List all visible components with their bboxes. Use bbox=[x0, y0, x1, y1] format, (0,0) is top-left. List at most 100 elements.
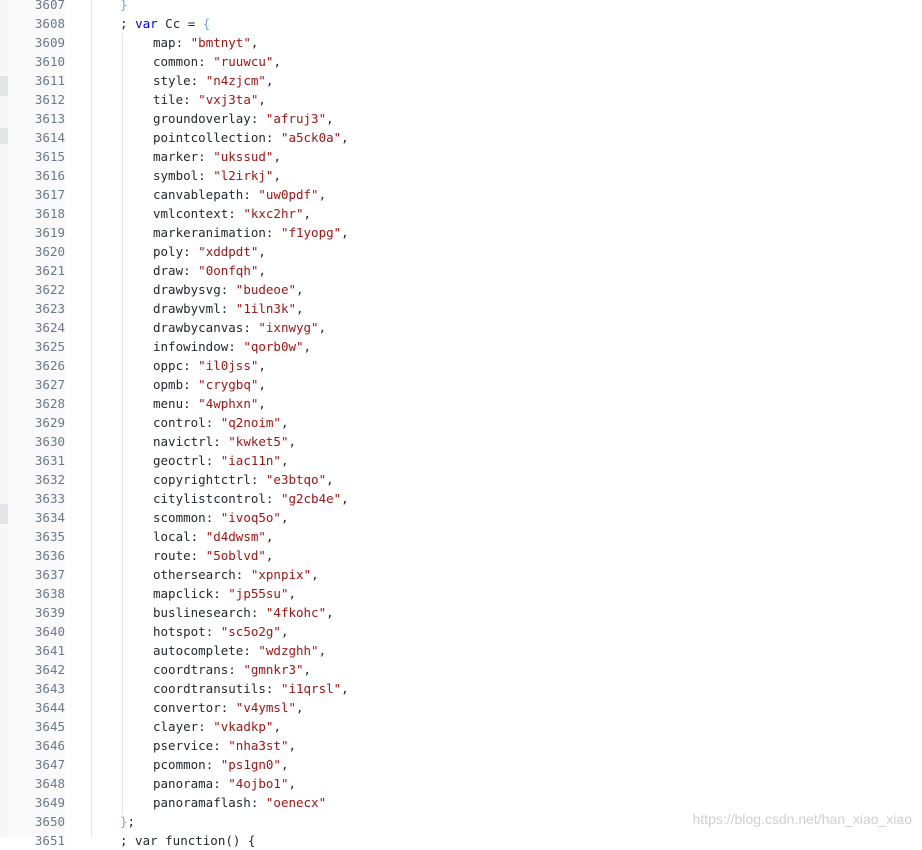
comma: , bbox=[326, 472, 334, 487]
code-line[interactable]: 3634 scommon: "ivoq5o", bbox=[0, 508, 922, 527]
code-line[interactable]: 3608; var Cc = { bbox=[0, 14, 922, 33]
code-text: buslinesearch: "4fkohc", bbox=[153, 603, 334, 622]
code-line[interactable]: 3621 draw: "0onfqh", bbox=[0, 261, 922, 280]
colon: : bbox=[213, 776, 229, 791]
code-line[interactable]: 3629 control: "q2noim", bbox=[0, 413, 922, 432]
property-key: pcommon bbox=[153, 757, 206, 772]
code-line[interactable]: 3620 poly: "xddpdt", bbox=[0, 242, 922, 261]
code-text: citylistcontrol: "g2cb4e", bbox=[153, 489, 349, 508]
line-number: 3623 bbox=[34, 301, 65, 316]
code-line[interactable]: 3618 vmlcontext: "kxc2hr", bbox=[0, 204, 922, 223]
line-number: 3642 bbox=[34, 662, 65, 677]
code-line[interactable]: 3624 drawbycanvas: "ixnwyg", bbox=[0, 318, 922, 337]
colon: : bbox=[243, 643, 259, 658]
line-number: 3624 bbox=[34, 320, 65, 335]
colon: : bbox=[265, 130, 281, 145]
code-line[interactable]: 3630 navictrl: "kwket5", bbox=[0, 432, 922, 451]
colon: : bbox=[228, 662, 244, 677]
code-text: drawbyvml: "1iln3k", bbox=[153, 299, 304, 318]
code-line[interactable]: 3648 panorama: "4ojbo1", bbox=[0, 774, 922, 793]
code-text: coordtrans: "gmnkr3", bbox=[153, 660, 311, 679]
code-line[interactable]: 3644 convertor: "v4ymsl", bbox=[0, 698, 922, 717]
code-line[interactable]: 3639 buslinesearch: "4fkohc", bbox=[0, 603, 922, 622]
string-value: "ruuwcu" bbox=[213, 54, 274, 69]
code-line[interactable]: 3628 menu: "4wphxn", bbox=[0, 394, 922, 413]
colon: : bbox=[183, 358, 199, 373]
string-value: "f1yopg" bbox=[280, 225, 342, 240]
line-number: 3637 bbox=[34, 567, 65, 582]
code-text: scommon: "ivoq5o", bbox=[153, 508, 289, 527]
code-line[interactable]: 3633 citylistcontrol: "g2cb4e", bbox=[0, 489, 922, 508]
code-line[interactable]: 3627 opmb: "crygbq", bbox=[0, 375, 922, 394]
code-line[interactable]: 3619 markeranimation: "f1yopg", bbox=[0, 223, 922, 242]
code-line[interactable]: 3637 othersearch: "xpnpix", bbox=[0, 565, 922, 584]
string-value: "kwket5" bbox=[228, 434, 289, 449]
code-line[interactable]: 3625 infowindow: "qorb0w", bbox=[0, 337, 922, 356]
string-value: "gmnkr3" bbox=[243, 662, 304, 677]
line-number: 3630 bbox=[34, 434, 65, 449]
property-key: drawbyvml bbox=[153, 301, 221, 316]
code-line[interactable]: 3616 symbol: "l2irkj", bbox=[0, 166, 922, 185]
line-number: 3610 bbox=[34, 54, 65, 69]
colon: : bbox=[198, 719, 214, 734]
colon: : bbox=[250, 795, 266, 810]
code-line[interactable]: 3614 pointcollection: "a5ck0a", bbox=[0, 128, 922, 147]
code-text: local: "d4dwsm", bbox=[153, 527, 273, 546]
comma: , bbox=[318, 320, 327, 335]
code-text: vmlcontext: "kxc2hr", bbox=[153, 204, 311, 223]
property-key: local bbox=[153, 529, 191, 544]
code-line[interactable]: 3632 copyrightctrl: "e3btqo", bbox=[0, 470, 922, 489]
code-line[interactable]: 3636 route: "5oblvd", bbox=[0, 546, 922, 565]
line-number: 3640 bbox=[34, 624, 65, 639]
code-line[interactable]: 3645 clayer: "vkadkp", bbox=[0, 717, 922, 736]
string-value: "n4zjcm" bbox=[205, 73, 266, 88]
colon: : bbox=[265, 491, 281, 506]
comma: , bbox=[258, 92, 266, 107]
comma: , bbox=[258, 396, 266, 411]
code-line[interactable]: 3615 marker: "ukssud", bbox=[0, 147, 922, 166]
code-line[interactable]: 3647 pcommon: "ps1gn0", bbox=[0, 755, 922, 774]
comma: , bbox=[273, 149, 281, 164]
comma: , bbox=[311, 567, 319, 582]
code-line[interactable]: 3651 ; var function() { bbox=[0, 831, 922, 850]
code-line[interactable]: 3638 mapclick: "jp55su", bbox=[0, 584, 922, 603]
string-value: "ps1gn0" bbox=[220, 757, 281, 772]
code-line[interactable]: 3646 pservice: "nha3st", bbox=[0, 736, 922, 755]
string-value: "g2cb4e" bbox=[280, 491, 342, 506]
code-line[interactable]: 3613 groundoverlay: "afruj3", bbox=[0, 109, 922, 128]
comma: , bbox=[288, 738, 297, 753]
comma: , bbox=[250, 35, 259, 50]
code-line[interactable]: 3607} bbox=[0, 0, 922, 14]
line-number: 3647 bbox=[34, 757, 65, 772]
code-line[interactable]: 3640 hotspot: "sc5o2g", bbox=[0, 622, 922, 641]
line-number: 3611 bbox=[34, 73, 65, 88]
code-text: style: "n4zjcm", bbox=[153, 71, 273, 90]
code-line[interactable]: 3641 autocomplete: "wdzghh", bbox=[0, 641, 922, 660]
code-line[interactable]: 3610 common: "ruuwcu", bbox=[0, 52, 922, 71]
code-line[interactable]: 3626 oppc: "il0jss", bbox=[0, 356, 922, 375]
code-line[interactable]: 3612 tile: "vxj3ta", bbox=[0, 90, 922, 109]
code-line[interactable]: 3631 geoctrl: "iac11n", bbox=[0, 451, 922, 470]
comma: , bbox=[258, 263, 266, 278]
comma: , bbox=[296, 700, 304, 715]
property-key: menu bbox=[153, 396, 184, 411]
code-line[interactable]: 3642 coordtrans: "gmnkr3", bbox=[0, 660, 922, 679]
code-line[interactable]: 3643 coordtransutils: "i1qrsl", bbox=[0, 679, 922, 698]
comma: , bbox=[341, 225, 349, 240]
property-key: mapclick bbox=[153, 586, 214, 601]
code-line[interactable]: 3649 panoramaflash: "oenecx" bbox=[0, 793, 922, 812]
comma: , bbox=[273, 54, 281, 69]
code-line[interactable]: 3617 canvablepath: "uw0pdf", bbox=[0, 185, 922, 204]
code-line[interactable]: 3635 local: "d4dwsm", bbox=[0, 527, 922, 546]
code-line[interactable]: 3622 drawbysvg: "budeoe", bbox=[0, 280, 922, 299]
colon: : bbox=[250, 605, 266, 620]
code-line[interactable]: 3623 drawbyvml: "1iln3k", bbox=[0, 299, 922, 318]
code-text: panoramaflash: "oenecx" bbox=[153, 793, 326, 812]
code-line[interactable]: 3609 map: "bmtnyt", bbox=[0, 33, 922, 52]
comma: , bbox=[265, 548, 274, 563]
colon: : bbox=[265, 225, 281, 240]
property-key: common bbox=[153, 54, 199, 69]
colon: : bbox=[265, 681, 281, 696]
semicolon: ; bbox=[127, 814, 136, 829]
code-line[interactable]: 3611 style: "n4zjcm", bbox=[0, 71, 922, 90]
